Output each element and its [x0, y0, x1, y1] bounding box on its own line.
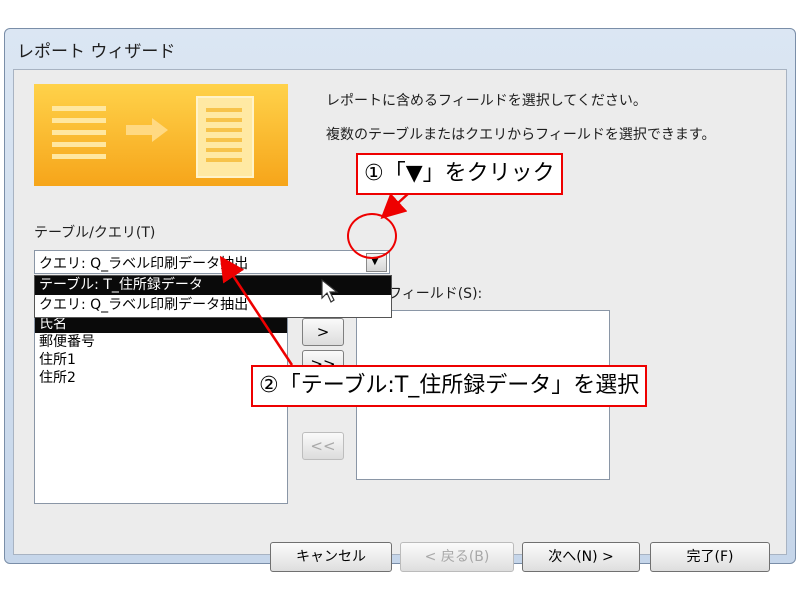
- annotation-step2: ②「テーブル:T_住所録データ」を選択: [251, 365, 648, 407]
- annotation-step1: ①「▼」をクリック: [356, 153, 563, 195]
- annotation-arrows: [219, 191, 411, 366]
- annotation-arrow-1: [380, 191, 411, 220]
- annotation-arrow-2: [219, 255, 294, 366]
- mouse-cursor-icon: [321, 278, 339, 303]
